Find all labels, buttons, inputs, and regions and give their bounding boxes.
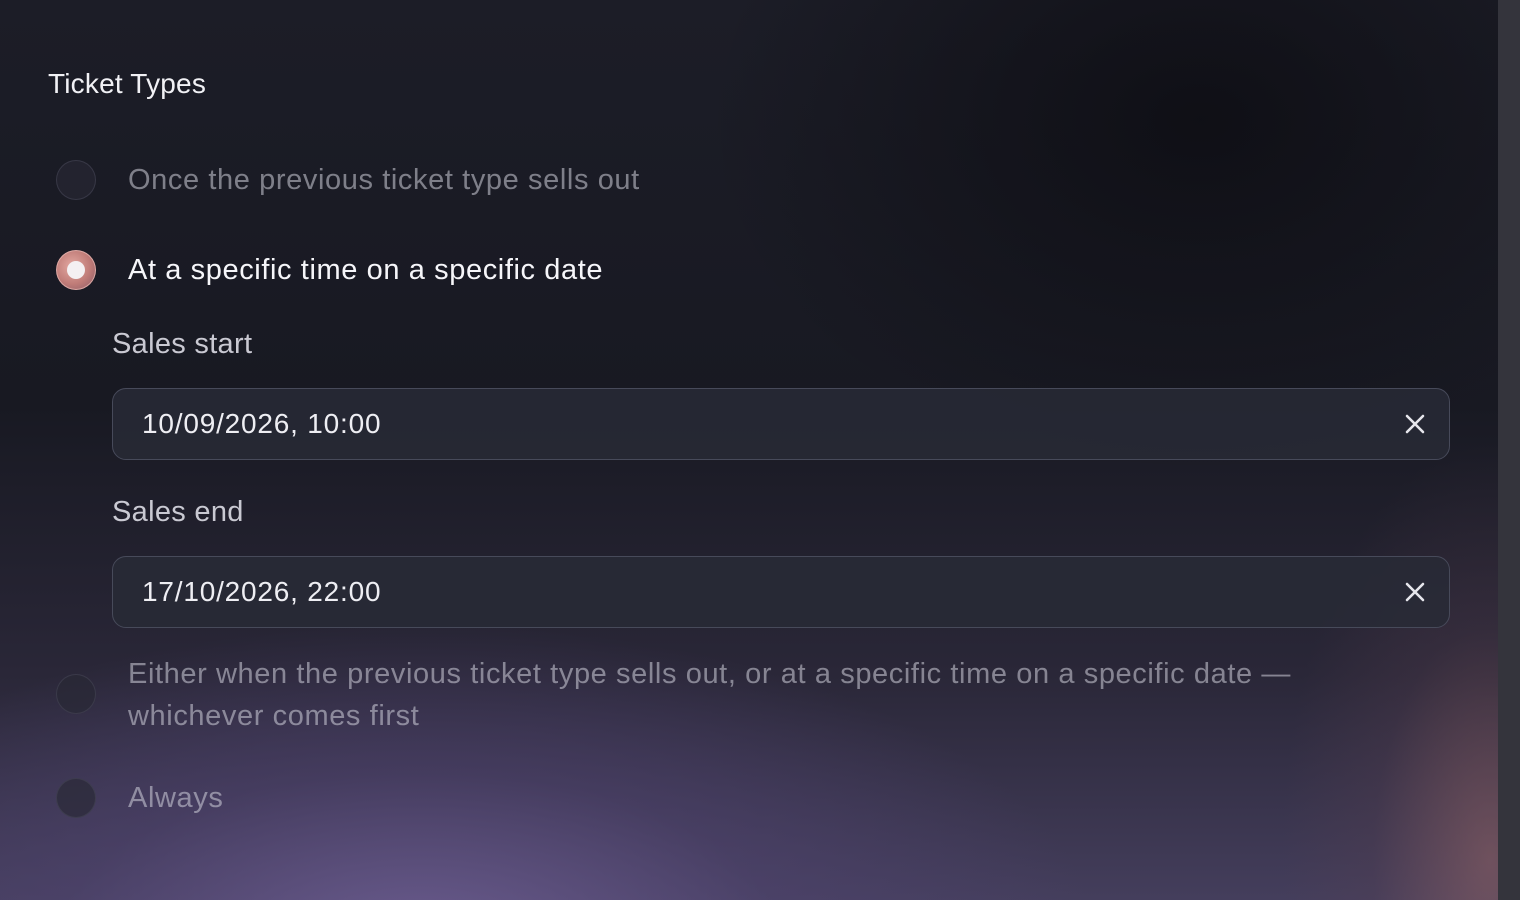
option-specific-time[interactable]: At a specific time on a specific date bbox=[56, 250, 603, 291]
option-label: At a specific time on a specific date bbox=[128, 254, 604, 286]
radio-button[interactable] bbox=[56, 160, 96, 200]
sales-end-field[interactable]: 17/10/2026, 22:00 bbox=[112, 556, 1450, 628]
sales-end-clear-button[interactable] bbox=[1399, 576, 1431, 608]
scrollbar-track[interactable] bbox=[1498, 0, 1520, 900]
close-icon bbox=[1405, 582, 1425, 602]
option-label: Either when the previous ticket type sel… bbox=[128, 658, 1291, 732]
sales-end-label: Sales end bbox=[112, 496, 244, 528]
option-previous-sells-out[interactable]: Once the previous ticket type sells out bbox=[56, 160, 640, 201]
radio-button-selected[interactable] bbox=[56, 250, 96, 290]
sales-end-value[interactable]: 17/10/2026, 22:00 bbox=[142, 576, 1399, 608]
radio-button[interactable] bbox=[56, 778, 96, 818]
sales-start-field[interactable]: 10/09/2026, 10:00 bbox=[112, 388, 1450, 460]
close-icon bbox=[1405, 414, 1425, 434]
sales-start-clear-button[interactable] bbox=[1399, 408, 1431, 440]
sales-start-value[interactable]: 10/09/2026, 10:00 bbox=[142, 408, 1399, 440]
section-title: Ticket Types bbox=[48, 68, 207, 99]
sales-start-label: Sales start bbox=[112, 328, 253, 360]
radio-button[interactable] bbox=[56, 674, 96, 714]
option-label: Always bbox=[128, 782, 224, 814]
option-label: Once the previous ticket type sells out bbox=[128, 164, 640, 196]
option-whichever-first[interactable]: Either when the previous ticket type sel… bbox=[56, 653, 1446, 737]
option-always[interactable]: Always bbox=[56, 778, 223, 819]
